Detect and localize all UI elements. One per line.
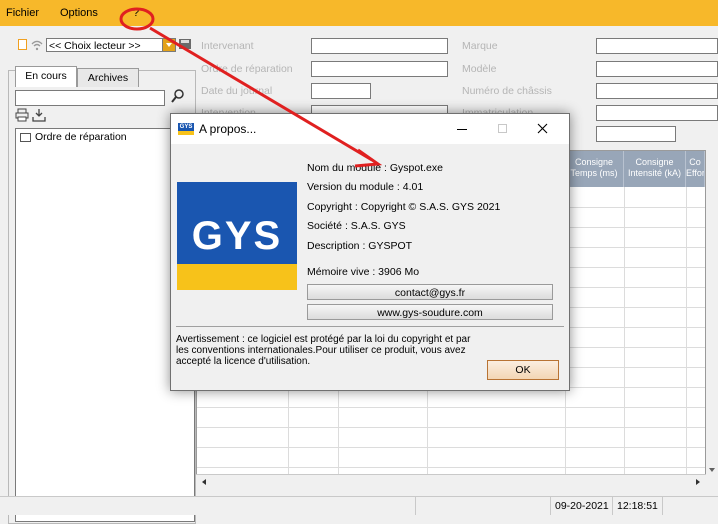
menu-help[interactable]: ? — [133, 7, 139, 19]
dialog-title: A propos... — [199, 122, 257, 136]
module-name: Nom du module : Gyspot.exe — [307, 162, 443, 174]
tree-view[interactable]: Ordre de réparation — [15, 128, 195, 522]
maximize-icon — [498, 124, 507, 133]
grid-divider — [686, 187, 687, 487]
label-ordre-reparation: Ordre de réparation — [201, 63, 293, 75]
header-intensite-line1: Consigne — [635, 157, 674, 167]
scroll-left-icon[interactable] — [200, 478, 208, 486]
contact-button[interactable]: contact@gys.fr — [307, 284, 553, 300]
date-journal-field[interactable] — [311, 83, 371, 99]
grid-row-line — [197, 467, 705, 468]
chevron-down-icon — [166, 43, 172, 47]
grid-divider — [624, 187, 625, 487]
label-marque: Marque — [462, 40, 498, 52]
grid-header-intensite[interactable]: Consigne Intensité (kA) — [624, 151, 686, 187]
gys-logo-text: GYS — [191, 214, 283, 258]
gys-logo: GYS — [177, 182, 297, 290]
label-numero-chassis: Numéro de châssis — [462, 85, 552, 97]
save-icon[interactable] — [178, 37, 192, 51]
menu-options[interactable]: Options — [60, 7, 98, 19]
ordre-reparation-field[interactable] — [311, 61, 448, 77]
dialog-divider — [176, 326, 564, 327]
grid-row-line — [197, 447, 705, 448]
company: Société : S.A.S. GYS — [307, 220, 406, 232]
header-effort-line2: Effor — [686, 168, 705, 178]
status-cell-end — [662, 497, 718, 515]
module-version: Version du module : 4.01 — [307, 181, 424, 193]
extra-field[interactable] — [596, 126, 676, 142]
label-date-journal: Date du journal — [201, 85, 273, 97]
modele-field[interactable] — [596, 61, 718, 77]
copyright: Copyright : Copyright © S.A.S. GYS 2021 — [307, 201, 501, 213]
dialog-title-bar[interactable]: GYS A propos... — [171, 114, 569, 144]
ok-button[interactable]: OK — [487, 360, 559, 380]
status-time: 12:18:51 — [612, 497, 662, 515]
new-file-icon[interactable] — [18, 39, 27, 50]
website-button[interactable]: www.gys-soudure.com — [307, 304, 553, 320]
description: Description : GYSPOT — [307, 240, 413, 252]
grid-row-line — [197, 407, 705, 408]
logo-yellow-band — [177, 264, 297, 290]
immatriculation-field[interactable] — [596, 105, 718, 121]
vertical-scrollbar[interactable] — [706, 150, 718, 488]
header-temps-line1: Consigne — [574, 157, 614, 167]
status-bar: 09-20-2021 12:18:51 — [0, 496, 718, 515]
label-modele: Modèle — [462, 63, 497, 75]
menu-bar: Fichier Options ? — [0, 0, 718, 26]
label-intervenant: Intervenant — [201, 40, 254, 52]
numero-chassis-field[interactable] — [596, 83, 718, 99]
header-effort-line1: Co — [689, 157, 701, 167]
memory-info: Mémoire vive : 3906 Mo — [307, 266, 420, 278]
wireless-icon[interactable] — [30, 38, 44, 52]
status-cell-empty — [415, 497, 550, 515]
reader-select[interactable]: << Choix lecteur >> — [46, 38, 176, 52]
left-panel: << Choix lecteur >> En cours Archives Or… — [0, 26, 196, 524]
intervenant-field[interactable] — [311, 38, 448, 54]
about-dialog: GYS A propos... GYS Nom du module : Gysp… — [170, 113, 570, 391]
print-icon[interactable] — [15, 108, 29, 122]
scroll-right-icon[interactable] — [694, 478, 702, 486]
marque-field[interactable] — [596, 38, 718, 54]
tab-archives[interactable]: Archives — [77, 68, 139, 87]
app-logo-icon-text: GYS — [179, 124, 193, 130]
close-icon[interactable] — [537, 123, 548, 134]
search-input[interactable] — [15, 90, 165, 106]
grid-header-effort[interactable]: Co Effor — [686, 151, 705, 187]
tree-item-ordre[interactable]: Ordre de réparation — [35, 131, 127, 143]
export-icon[interactable] — [32, 108, 46, 122]
minimize-icon[interactable] — [457, 129, 467, 130]
header-intensite-line2: Intensité (kA) — [627, 168, 682, 178]
horizontal-scrollbar[interactable] — [196, 474, 706, 488]
scroll-down-icon[interactable] — [708, 466, 716, 474]
app-logo-icon: GYS — [178, 123, 194, 135]
folder-icon — [20, 133, 31, 142]
reader-select-arrow[interactable] — [162, 38, 176, 52]
grid-header-temps[interactable]: Consigne Temps (ms) — [565, 151, 624, 187]
status-date: 09-20-2021 — [550, 497, 612, 515]
grid-row-line — [197, 427, 705, 428]
header-temps-line2: Temps (ms) — [570, 168, 618, 178]
search-icon[interactable] — [170, 88, 186, 104]
tab-en-cours[interactable]: En cours — [15, 66, 77, 87]
warning-text: Avertissement : ce logiciel est protégé … — [176, 334, 471, 367]
menu-fichier[interactable]: Fichier — [6, 7, 39, 19]
